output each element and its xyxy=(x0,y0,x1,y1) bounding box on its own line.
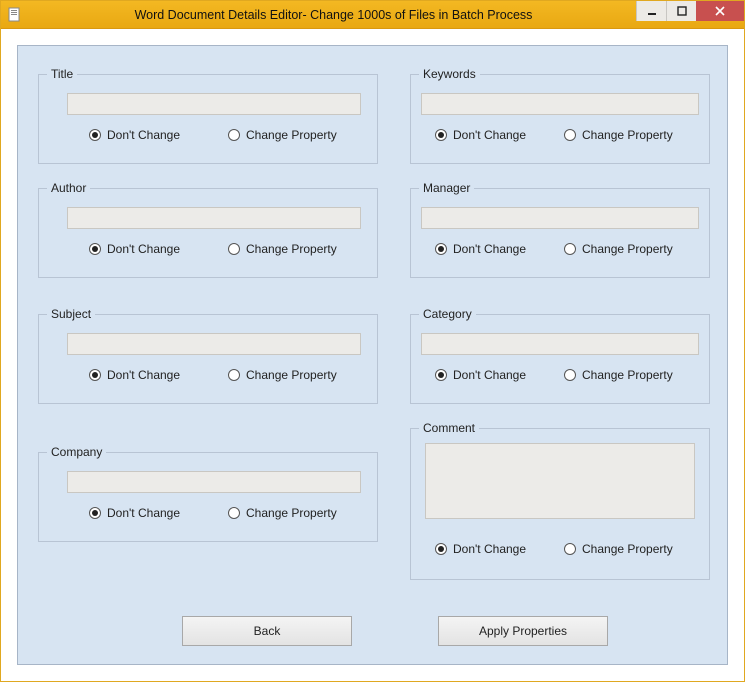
group-subject: Subject Don't Change Change Property xyxy=(38,314,378,404)
radio-dot-icon xyxy=(564,543,576,555)
radio-label: Change Property xyxy=(246,242,337,256)
keywords-radio-change[interactable]: Change Property xyxy=(564,128,673,142)
manager-radio-dontchange[interactable]: Don't Change xyxy=(435,242,526,256)
radio-label: Don't Change xyxy=(107,368,180,382)
client-area: Title Don't Change Change Property Autho… xyxy=(1,29,744,681)
author-radios: Don't Change Change Property xyxy=(89,241,361,257)
radio-label: Don't Change xyxy=(453,242,526,256)
author-input[interactable] xyxy=(67,207,361,229)
category-radios: Don't Change Change Property xyxy=(435,367,693,383)
radio-dot-icon xyxy=(89,507,101,519)
group-company-label: Company xyxy=(47,445,106,459)
group-category: Category Don't Change Change Property xyxy=(410,314,710,404)
radio-label: Change Property xyxy=(582,128,673,142)
subject-input[interactable] xyxy=(67,333,361,355)
radio-dot-icon xyxy=(564,129,576,141)
radio-dot-icon xyxy=(435,129,447,141)
radio-label: Change Property xyxy=(582,368,673,382)
apply-properties-button[interactable]: Apply Properties xyxy=(438,616,608,646)
group-manager-label: Manager xyxy=(419,181,474,195)
company-radio-change[interactable]: Change Property xyxy=(228,506,337,520)
keywords-radio-dontchange[interactable]: Don't Change xyxy=(435,128,526,142)
group-keywords-label: Keywords xyxy=(419,67,480,81)
keywords-radios: Don't Change Change Property xyxy=(435,127,693,143)
radio-dot-icon xyxy=(228,507,240,519)
title-input[interactable] xyxy=(67,93,361,115)
app-window: Word Document Details Editor- Change 100… xyxy=(0,0,745,682)
company-radios: Don't Change Change Property xyxy=(89,505,361,521)
radio-dot-icon xyxy=(89,129,101,141)
radio-dot-icon xyxy=(228,129,240,141)
group-manager: Manager Don't Change Change Property xyxy=(410,188,710,278)
author-radio-change[interactable]: Change Property xyxy=(228,242,337,256)
radio-label: Change Property xyxy=(246,128,337,142)
subject-radio-change[interactable]: Change Property xyxy=(228,368,337,382)
title-radio-change[interactable]: Change Property xyxy=(228,128,337,142)
title-radios: Don't Change Change Property xyxy=(89,127,361,143)
back-button[interactable]: Back xyxy=(182,616,352,646)
category-radio-dontchange[interactable]: Don't Change xyxy=(435,368,526,382)
group-author: Author Don't Change Change Property xyxy=(38,188,378,278)
apply-button-label: Apply Properties xyxy=(479,624,567,638)
window-controls xyxy=(636,1,744,21)
author-radio-dontchange[interactable]: Don't Change xyxy=(89,242,180,256)
minimize-button[interactable] xyxy=(636,1,666,21)
company-radio-dontchange[interactable]: Don't Change xyxy=(89,506,180,520)
radio-label: Change Property xyxy=(246,506,337,520)
company-input[interactable] xyxy=(67,471,361,493)
manager-radios: Don't Change Change Property xyxy=(435,241,693,257)
main-panel: Title Don't Change Change Property Autho… xyxy=(17,45,728,665)
radio-dot-icon xyxy=(564,243,576,255)
manager-input[interactable] xyxy=(421,207,699,229)
titlebar[interactable]: Word Document Details Editor- Change 100… xyxy=(1,1,744,29)
comment-radio-dontchange[interactable]: Don't Change xyxy=(435,542,526,556)
radio-label: Change Property xyxy=(582,542,673,556)
category-input[interactable] xyxy=(421,333,699,355)
back-button-label: Back xyxy=(254,624,281,638)
comment-radios: Don't Change Change Property xyxy=(435,541,693,557)
radio-label: Don't Change xyxy=(107,128,180,142)
radio-label: Don't Change xyxy=(107,506,180,520)
radio-label: Don't Change xyxy=(453,128,526,142)
radio-label: Change Property xyxy=(582,242,673,256)
comment-input[interactable] xyxy=(425,443,695,519)
subject-radios: Don't Change Change Property xyxy=(89,367,361,383)
group-category-label: Category xyxy=(419,307,476,321)
radio-dot-icon xyxy=(89,369,101,381)
radio-dot-icon xyxy=(228,369,240,381)
group-title-label: Title xyxy=(47,67,77,81)
radio-dot-icon xyxy=(435,369,447,381)
comment-radio-change[interactable]: Change Property xyxy=(564,542,673,556)
group-keywords: Keywords Don't Change Change Property xyxy=(410,74,710,164)
radio-label: Don't Change xyxy=(453,368,526,382)
keywords-input[interactable] xyxy=(421,93,699,115)
subject-radio-dontchange[interactable]: Don't Change xyxy=(89,368,180,382)
group-subject-label: Subject xyxy=(47,307,95,321)
group-author-label: Author xyxy=(47,181,90,195)
radio-dot-icon xyxy=(89,243,101,255)
radio-dot-icon xyxy=(435,243,447,255)
group-title: Title Don't Change Change Property xyxy=(38,74,378,164)
maximize-button[interactable] xyxy=(666,1,696,21)
radio-dot-icon xyxy=(228,243,240,255)
radio-label: Don't Change xyxy=(107,242,180,256)
app-icon xyxy=(7,7,23,23)
group-company: Company Don't Change Change Property xyxy=(38,452,378,542)
radio-dot-icon xyxy=(435,543,447,555)
category-radio-change[interactable]: Change Property xyxy=(564,368,673,382)
group-comment-label: Comment xyxy=(419,421,479,435)
title-radio-dontchange[interactable]: Don't Change xyxy=(89,128,180,142)
manager-radio-change[interactable]: Change Property xyxy=(564,242,673,256)
group-comment: Comment Don't Change Change Property xyxy=(410,428,710,580)
radio-label: Change Property xyxy=(246,368,337,382)
radio-dot-icon xyxy=(564,369,576,381)
close-button[interactable] xyxy=(696,1,744,21)
radio-label: Don't Change xyxy=(453,542,526,556)
